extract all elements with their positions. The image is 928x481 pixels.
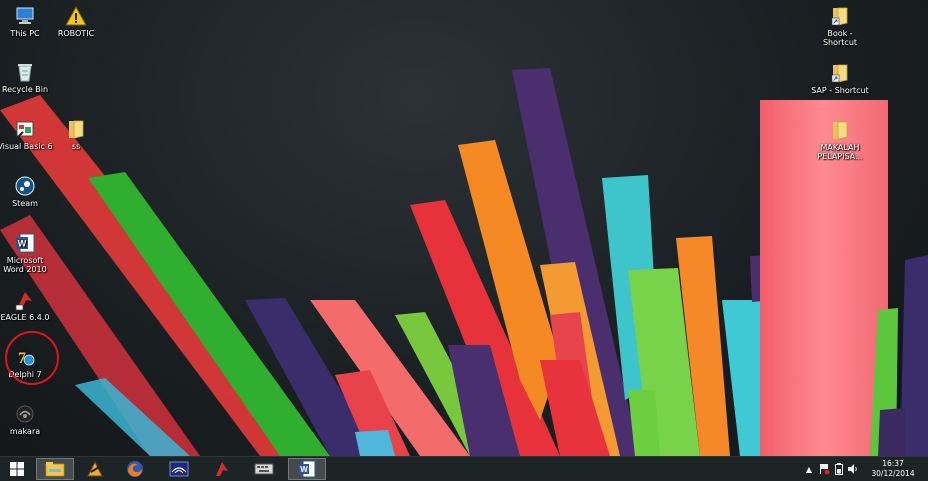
desktop-icon-ss-folder[interactable]: ss [47, 118, 105, 151]
desktop-icon-visual-basic[interactable]: Visual Basic 6 [0, 118, 54, 151]
word-icon: W [299, 460, 316, 478]
taskbar-keyboard-app[interactable] [245, 458, 283, 480]
desktop-icon-makara[interactable]: makara [0, 403, 54, 436]
icon-label: Steam [12, 199, 38, 208]
desktop-icon-steam[interactable]: Steam [0, 175, 54, 208]
windows-start-icon [10, 462, 24, 476]
firefox-icon [127, 461, 143, 477]
start-button[interactable] [0, 458, 34, 480]
winamp-icon [87, 460, 103, 477]
taskbar-network-app[interactable] [160, 458, 198, 480]
volume-icon[interactable] [846, 463, 860, 475]
taskbar-clock[interactable]: 16:37 30/12/2014 [870, 459, 916, 479]
icon-label: Book - Shortcut [822, 29, 858, 47]
clock-time: 16:37 [882, 459, 904, 468]
visual-basic-icon [14, 118, 36, 140]
recycle-bin-icon [14, 61, 36, 83]
keyboard-icon [254, 463, 274, 475]
wallpaper-bars [0, 68, 928, 456]
makara-icon [14, 403, 36, 425]
desktop-icon-word-2010[interactable]: W Microsoft Word 2010 [0, 232, 54, 274]
battery-icon[interactable] [832, 463, 846, 475]
icon-label: Recycle Bin [1, 85, 49, 94]
network-app-icon [169, 461, 189, 477]
desktop-icon-this-pc[interactable]: This PC [0, 5, 54, 38]
steam-icon [14, 175, 36, 197]
icon-label: ss [71, 142, 81, 151]
desktop-icon-eagle[interactable]: EAGLE 6.4.0 [0, 289, 54, 322]
icon-label: EAGLE 6.4.0 [0, 313, 50, 322]
highlight-circle [5, 331, 59, 385]
taskbar-winamp[interactable] [76, 458, 114, 480]
warning-icon [65, 5, 87, 27]
taskbar-word[interactable]: W [288, 458, 326, 480]
taskbar-eagle[interactable] [203, 458, 241, 480]
taskbar-file-explorer[interactable] [36, 458, 74, 480]
icon-label: This PC [10, 29, 40, 38]
taskbar-firefox[interactable] [116, 458, 154, 480]
eagle-icon [216, 462, 228, 476]
folder-icon [829, 119, 851, 141]
icon-label: makara [9, 427, 41, 436]
taskbar: W ▲ 16:37 30/12/2014 [0, 456, 928, 481]
icon-label: Visual Basic 6 [0, 142, 53, 151]
computer-icon [14, 5, 36, 27]
desktop-icon-robotic[interactable]: ROBOTIC [47, 5, 105, 38]
show-hidden-icons-chevron-up-icon[interactable]: ▲ [802, 465, 816, 474]
clock-date: 30/12/2014 [871, 469, 915, 478]
desktop-icon-sap-shortcut[interactable]: SAP - Shortcut [811, 62, 869, 95]
word-icon: W [14, 232, 36, 254]
icon-label: MAKALAH PELAPISA... [817, 143, 863, 161]
eagle-icon [14, 289, 36, 311]
desktop-icon-book-shortcut[interactable]: Book - Shortcut [811, 5, 869, 47]
icon-label: SAP - Shortcut [811, 86, 869, 95]
folder-icon [65, 118, 87, 140]
icon-label: Microsoft Word 2010 [3, 256, 47, 274]
svg-text:W: W [300, 465, 308, 474]
svg-text:W: W [18, 239, 27, 249]
icon-label: ROBOTIC [57, 29, 95, 38]
folder-shortcut-icon [829, 62, 851, 84]
desktop-icon-recycle-bin[interactable]: Recycle Bin [0, 61, 54, 94]
folder-shortcut-icon [829, 5, 851, 27]
desktop-icon-makalah-folder[interactable]: MAKALAH PELAPISA... [811, 119, 869, 161]
file-explorer-icon [45, 462, 65, 477]
system-tray: ▲ [802, 457, 860, 481]
action-center-flag-icon[interactable] [816, 463, 832, 475]
desktop-wallpaper [0, 68, 928, 456]
